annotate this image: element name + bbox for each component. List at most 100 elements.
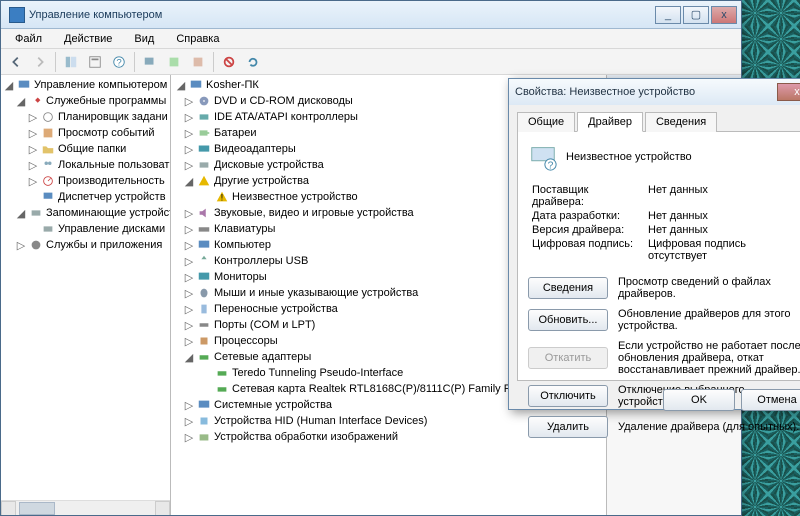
- nav-disk-management[interactable]: ▷Управление дисками: [3, 221, 170, 237]
- expander-icon[interactable]: ▷: [183, 95, 195, 107]
- expander-icon[interactable]: ◢: [15, 95, 27, 107]
- expander-icon[interactable]: ▷: [183, 303, 195, 315]
- expander-icon[interactable]: ▷: [183, 239, 195, 251]
- nav-system-tools[interactable]: ◢Служебные программы: [3, 93, 170, 109]
- port-icon: [196, 317, 212, 333]
- ok-button[interactable]: OK: [663, 389, 735, 411]
- navigation-pane[interactable]: ◢Управление компьютером (л ◢Служебные пр…: [1, 75, 171, 515]
- properties-button[interactable]: [84, 51, 106, 73]
- network-adapter-icon: [214, 365, 230, 381]
- menubar: Файл Действие Вид Справка: [1, 29, 741, 49]
- expander-icon[interactable]: ◢: [183, 175, 195, 187]
- forward-button[interactable]: [29, 51, 51, 73]
- scroll-right-icon[interactable]: [155, 501, 170, 515]
- scroll-thumb[interactable]: [19, 502, 55, 515]
- disk-icon: [40, 221, 56, 237]
- maximize-button[interactable]: ▢: [683, 6, 709, 24]
- expander-icon[interactable]: ▷: [183, 127, 195, 139]
- driver-rollback-desc: Если устройство не работает после обновл…: [618, 340, 800, 376]
- expander-icon[interactable]: ▷: [27, 127, 39, 139]
- minimize-button[interactable]: _: [655, 6, 681, 24]
- expander-icon[interactable]: ◢: [183, 351, 195, 363]
- menu-help[interactable]: Справка: [168, 31, 227, 47]
- scroll-left-icon[interactable]: [1, 501, 16, 515]
- toolbar: ?: [1, 49, 741, 75]
- expander-icon[interactable]: ◢: [15, 207, 27, 219]
- expander-icon[interactable]: ◢: [175, 79, 187, 91]
- expander-icon[interactable]: ▷: [183, 431, 195, 443]
- rescan-icon[interactable]: [242, 51, 264, 73]
- network-adapter-icon: [214, 381, 230, 397]
- nav-shared-folders[interactable]: ▷Общие папки: [3, 141, 170, 157]
- tab-general[interactable]: Общие: [517, 112, 575, 132]
- scan-icon[interactable]: [139, 51, 161, 73]
- tab-panel-driver: ? Неизвестное устройство Поставщик драйв…: [517, 131, 800, 381]
- tabstrip: Общие Драйвер Сведения: [509, 105, 800, 131]
- menu-action[interactable]: Действие: [56, 31, 120, 47]
- expander-icon[interactable]: ▷: [27, 111, 39, 123]
- expander-icon[interactable]: ▷: [183, 159, 195, 171]
- help-button[interactable]: ?: [108, 51, 130, 73]
- computer-icon: [188, 77, 204, 93]
- cancel-button[interactable]: Отмена: [741, 389, 800, 411]
- update-driver-icon[interactable]: [163, 51, 185, 73]
- uninstall-icon[interactable]: [187, 51, 209, 73]
- horizontal-scrollbar[interactable]: [1, 500, 170, 515]
- driver-details-button[interactable]: Сведения: [528, 277, 608, 299]
- vendor-label: Поставщик драйвера:: [532, 184, 642, 208]
- nav-services[interactable]: ▷Службы и приложения: [3, 237, 170, 253]
- nav-root[interactable]: ◢Управление компьютером (л: [3, 77, 170, 93]
- expander-icon[interactable]: ▷: [183, 111, 195, 123]
- nav-task-scheduler[interactable]: ▷Планировщик задани: [3, 109, 170, 125]
- nav-performance[interactable]: ▷Производительность: [3, 173, 170, 189]
- close-button[interactable]: x: [711, 6, 737, 24]
- disable-icon[interactable]: [218, 51, 240, 73]
- expander-icon[interactable]: ▷: [27, 159, 39, 171]
- expander-icon[interactable]: ▷: [183, 335, 195, 347]
- expander-icon[interactable]: ▷: [27, 143, 39, 155]
- expander-icon[interactable]: ▷: [183, 207, 195, 219]
- expander-icon[interactable]: ▷: [183, 143, 195, 155]
- performance-icon: [40, 173, 56, 189]
- expander-icon[interactable]: ▷: [183, 271, 195, 283]
- mouse-icon: [196, 285, 212, 301]
- version-value: Нет данных: [648, 224, 800, 236]
- driver-disable-button[interactable]: Отключить: [528, 385, 608, 407]
- menu-file[interactable]: Файл: [7, 31, 50, 47]
- driver-delete-button[interactable]: Удалить: [528, 416, 608, 438]
- menu-view[interactable]: Вид: [126, 31, 162, 47]
- show-hide-tree-button[interactable]: [60, 51, 82, 73]
- computer-icon: [16, 77, 32, 93]
- tab-details[interactable]: Сведения: [645, 112, 717, 132]
- expander-icon[interactable]: ▷: [183, 319, 195, 331]
- expander-icon[interactable]: ▷: [15, 239, 27, 251]
- system-device-icon: [196, 397, 212, 413]
- expander-icon[interactable]: ▷: [183, 399, 195, 411]
- expander-icon[interactable]: ▷: [183, 415, 195, 427]
- vendor-value: Нет данных: [648, 184, 800, 208]
- dialog-close-button[interactable]: x: [777, 83, 800, 101]
- nav-local-users[interactable]: ▷Локальные пользоват: [3, 157, 170, 173]
- folder-icon: [40, 141, 56, 157]
- expander-icon[interactable]: ▷: [27, 175, 39, 187]
- expander-icon[interactable]: ▷: [183, 255, 195, 267]
- nav-device-manager[interactable]: ▷Диспетчер устройств: [3, 189, 170, 205]
- driver-details-desc: Просмотр сведений о файлах драйверов.: [618, 276, 800, 300]
- nav-event-viewer[interactable]: ▷Просмотр событий: [3, 125, 170, 141]
- expander-icon[interactable]: ▷: [183, 223, 195, 235]
- disc-icon: [196, 93, 212, 109]
- wrench-icon: [28, 93, 44, 109]
- back-button[interactable]: [5, 51, 27, 73]
- nav-storage[interactable]: ◢Запоминающие устройств: [3, 205, 170, 221]
- usb-icon: [196, 253, 212, 269]
- tab-driver[interactable]: Драйвер: [577, 112, 643, 132]
- dialog-titlebar[interactable]: Свойства: Неизвестное устройство x: [509, 79, 800, 105]
- expander-icon[interactable]: ◢: [3, 79, 15, 91]
- expander-icon[interactable]: ▷: [183, 287, 195, 299]
- titlebar[interactable]: Управление компьютером _ ▢ x: [1, 1, 741, 29]
- driver-delete-desc: Удаление драйвера (для опытных).: [618, 421, 800, 433]
- device-name-label: Неизвестное устройство: [566, 151, 692, 163]
- date-value: Нет данных: [648, 210, 800, 222]
- unknown-category-icon: [196, 173, 212, 189]
- driver-update-button[interactable]: Обновить...: [528, 309, 608, 331]
